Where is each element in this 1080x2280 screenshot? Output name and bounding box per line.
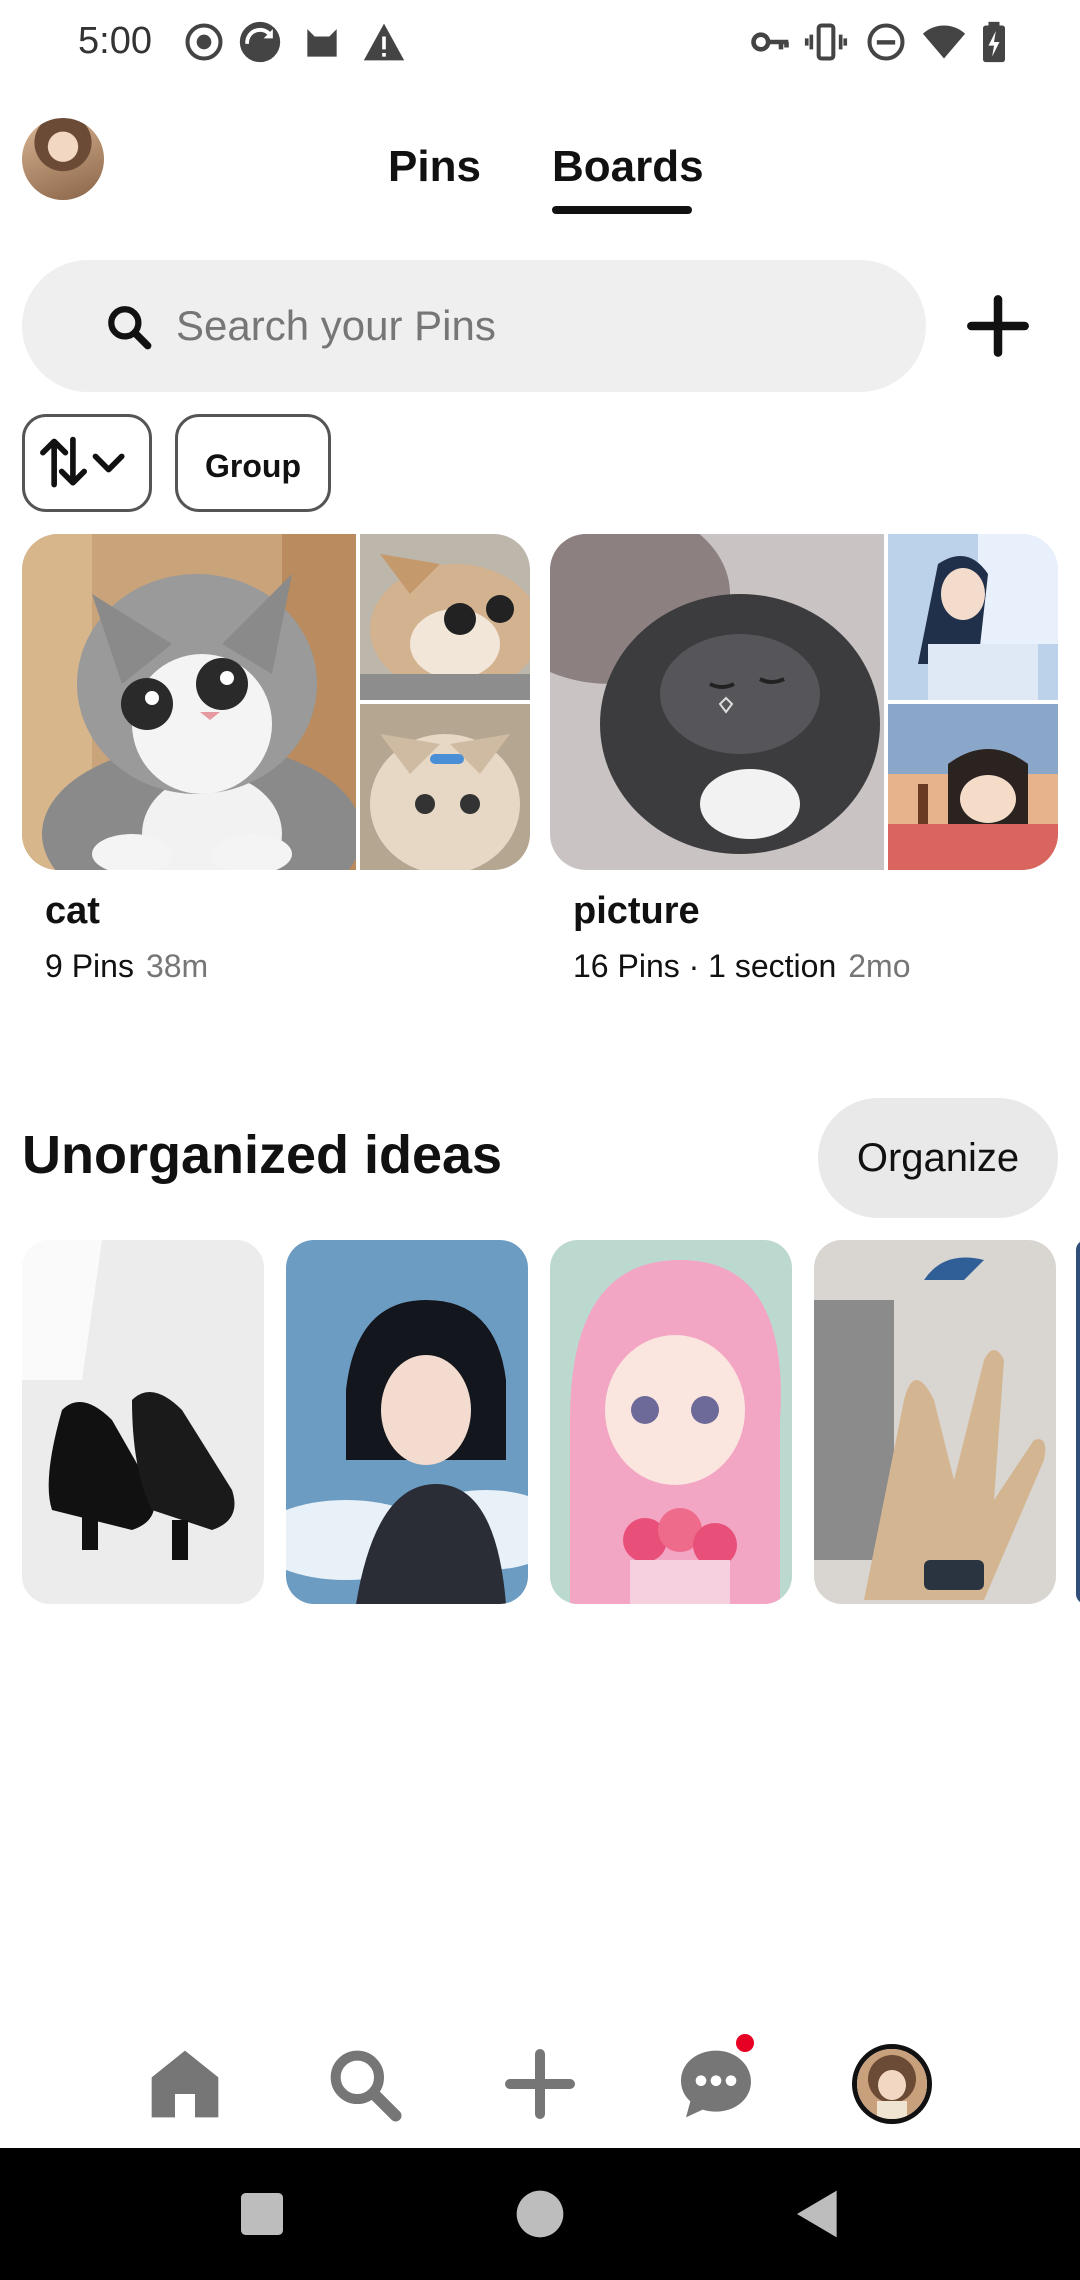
search-icon xyxy=(330,2050,402,2122)
tab-pins[interactable]: Pins xyxy=(388,142,481,192)
nav-search[interactable] xyxy=(324,2044,404,2124)
nav-create[interactable] xyxy=(500,2044,580,2124)
profile-avatar xyxy=(857,2049,927,2119)
nav-messages[interactable] xyxy=(676,2044,756,2124)
vibrate-icon xyxy=(804,20,848,64)
idea-pin[interactable] xyxy=(286,1240,528,1604)
bottom-navigation xyxy=(0,2020,1080,2148)
record-icon xyxy=(182,20,226,64)
organize-button[interactable]: Organize xyxy=(818,1098,1058,1218)
notification-dot xyxy=(736,2034,754,2052)
board-cover-image xyxy=(22,534,356,870)
square-icon xyxy=(241,2193,283,2235)
status-bar: 5:00 xyxy=(0,0,1080,88)
sort-button[interactable] xyxy=(22,414,152,512)
idea-pin[interactable] xyxy=(814,1240,1056,1604)
nav-profile[interactable] xyxy=(852,2044,932,2124)
profile-avatar[interactable] xyxy=(22,118,104,200)
board-cover-image xyxy=(550,534,884,870)
home-button[interactable] xyxy=(512,2186,568,2242)
battery-charging-icon xyxy=(972,20,1016,64)
search-placeholder: Search your Pins xyxy=(176,302,496,349)
group-label: Group xyxy=(205,448,301,484)
home-icon xyxy=(151,2050,219,2118)
sync-app-icon xyxy=(238,20,282,64)
group-button[interactable]: Group xyxy=(175,414,331,512)
search-input[interactable]: Search your Pins xyxy=(22,260,926,392)
add-board-button[interactable] xyxy=(966,294,1030,358)
organize-label: Organize xyxy=(856,1136,1020,1180)
back-button[interactable] xyxy=(790,2186,846,2242)
board-cat[interactable] xyxy=(22,534,530,870)
tab-boards[interactable]: Boards xyxy=(552,142,704,192)
board-preview-image xyxy=(360,704,530,870)
idea-pin[interactable] xyxy=(1076,1240,1080,1604)
sort-arrows-icon xyxy=(40,436,125,488)
cat-app-icon xyxy=(300,20,344,64)
short-hair-girl-illustration xyxy=(286,1240,528,1604)
board-title: cat xyxy=(45,890,100,932)
board-updated-time: 38m xyxy=(145,948,209,984)
idea-pin[interactable] xyxy=(22,1240,264,1604)
board-title: picture xyxy=(573,890,700,932)
messages-icon xyxy=(681,2050,751,2118)
nav-home[interactable] xyxy=(145,2044,225,2124)
board-meta: 16 Pins · 1 section 2mo xyxy=(573,948,911,985)
create-icon xyxy=(505,2049,575,2119)
circle-icon xyxy=(516,2190,564,2238)
board-pin-count: 9 Pins xyxy=(45,948,134,984)
system-navigation-bar xyxy=(0,2148,1080,2280)
board-preview-image xyxy=(360,534,530,700)
wifi-icon xyxy=(922,20,966,64)
hand-bird-illustration xyxy=(814,1240,1056,1604)
status-time: 5:00 xyxy=(78,20,152,62)
selected-tab-indicator xyxy=(552,206,692,214)
board-meta: 9 Pins 38m xyxy=(45,948,208,985)
do-not-disturb-icon xyxy=(864,20,908,64)
section-title: Unorganized ideas xyxy=(22,1125,503,1185)
recents-button[interactable] xyxy=(234,2186,290,2242)
pink-hair-girl-illustration xyxy=(550,1240,792,1604)
idea-pin[interactable] xyxy=(550,1240,792,1604)
plus-icon xyxy=(967,295,1029,357)
board-preview-image xyxy=(888,534,1058,700)
warning-icon xyxy=(362,20,406,64)
board-picture[interactable] xyxy=(550,534,1058,870)
search-icon xyxy=(104,302,154,352)
key-icon xyxy=(748,20,792,64)
black-heels-image xyxy=(22,1240,264,1604)
board-pin-count: 16 Pins · 1 section xyxy=(573,948,837,984)
board-updated-time: 2mo xyxy=(848,948,911,984)
board-preview-image xyxy=(888,704,1058,870)
back-triangle-icon xyxy=(797,2190,837,2238)
